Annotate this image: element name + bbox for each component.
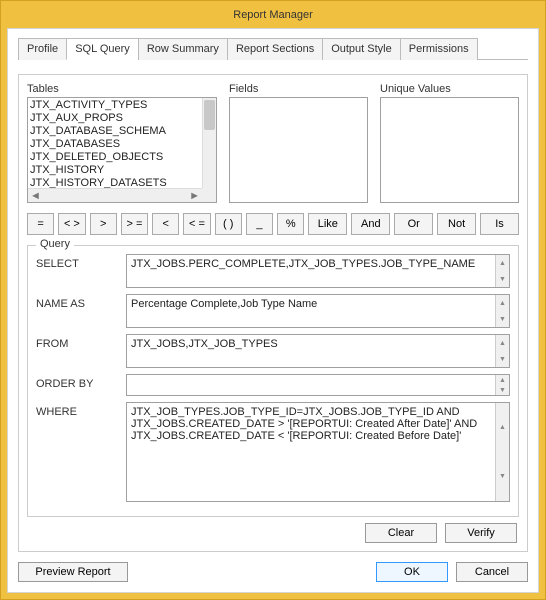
list-item[interactable]: JTX_DELETED_OBJECTS [30,151,214,164]
unique-values-label: Unique Values [380,83,519,95]
list-item[interactable]: JTX_AUX_PROPS [30,112,214,125]
tab-report-sections[interactable]: Report Sections [227,38,323,60]
clear-button[interactable]: Clear [365,523,437,543]
select-value: JTX_JOBS.PERC_COMPLETE,JTX_JOB_TYPES.JOB… [131,258,475,270]
name-as-value: Percentage Complete,Job Type Name [131,298,317,310]
op-like[interactable]: Like [308,213,347,235]
report-manager-window: Report Manager Profile SQL Query Row Sum… [0,0,546,600]
select-field[interactable]: JTX_JOBS.PERC_COMPLETE,JTX_JOB_TYPES.JOB… [126,254,510,288]
from-value: JTX_JOBS,JTX_JOB_TYPES [131,338,278,350]
op-lt[interactable]: < [152,213,179,235]
op-gte[interactable]: > = [121,213,148,235]
where-label: WHERE [36,402,126,418]
unique-values-listbox[interactable] [380,97,519,203]
op-gt[interactable]: > [90,213,117,235]
top-lists-row: Tables JTX_ACTIVITY_TYPES JTX_AUX_PROPS … [27,83,519,203]
tab-permissions[interactable]: Permissions [400,38,478,60]
spinner[interactable]: ▲▼ [495,255,509,287]
scrollbar-vertical[interactable] [202,98,216,188]
name-as-field[interactable]: Percentage Complete,Job Type Name ▲▼ [126,294,510,328]
dialog-footer: Preview Report OK Cancel [18,562,528,582]
list-item[interactable]: JTX_ACTIVITY_TYPES [30,99,214,112]
op-is[interactable]: Is [480,213,519,235]
list-item[interactable]: JTX_DATABASES [30,138,214,151]
verify-button[interactable]: Verify [445,523,517,543]
spinner[interactable]: ▲▼ [495,403,509,501]
titlebar: Report Manager [1,1,545,28]
op-underscore[interactable]: _ [246,213,273,235]
tab-output-style[interactable]: Output Style [322,38,401,60]
sql-query-panel: Tables JTX_ACTIVITY_TYPES JTX_AUX_PROPS … [18,74,528,552]
from-field[interactable]: JTX_JOBS,JTX_JOB_TYPES ▲▼ [126,334,510,368]
window-title: Report Manager [233,9,313,21]
spinner[interactable]: ▲▼ [495,335,509,367]
preview-report-button[interactable]: Preview Report [18,562,128,582]
tables-listbox[interactable]: JTX_ACTIVITY_TYPES JTX_AUX_PROPS JTX_DAT… [27,97,217,203]
op-not[interactable]: Not [437,213,476,235]
tab-profile[interactable]: Profile [18,38,67,60]
fields-listbox[interactable] [229,97,368,203]
where-value: JTX_JOB_TYPES.JOB_TYPE_ID=JTX_JOBS.JOB_T… [131,406,477,442]
order-by-label: ORDER BY [36,374,126,390]
query-group: Query SELECT JTX_JOBS.PERC_COMPLETE,JTX_… [27,245,519,517]
cancel-button[interactable]: Cancel [456,562,528,582]
tables-label: Tables [27,83,217,95]
query-legend: Query [36,238,74,250]
select-label: SELECT [36,254,126,270]
op-or[interactable]: Or [394,213,433,235]
list-item[interactable]: JTX_DATABASE_SCHEMA [30,125,214,138]
op-and[interactable]: And [351,213,390,235]
scrollbar-horizontal[interactable]: ◄► [28,188,202,202]
panel-buttons: Clear Verify [27,523,519,543]
from-label: FROM [36,334,126,350]
fields-label: Fields [229,83,368,95]
op-eq[interactable]: = [27,213,54,235]
op-neq[interactable]: < > [58,213,85,235]
client-area: Profile SQL Query Row Summary Report Sec… [7,28,539,593]
where-field[interactable]: JTX_JOB_TYPES.JOB_TYPE_ID=JTX_JOBS.JOB_T… [126,402,510,502]
tab-sql-query[interactable]: SQL Query [66,38,139,60]
tab-row-summary[interactable]: Row Summary [138,38,228,60]
spinner[interactable]: ▲▼ [495,295,509,327]
name-as-label: NAME AS [36,294,126,310]
op-lte[interactable]: < = [183,213,210,235]
op-pct[interactable]: % [277,213,304,235]
order-by-field[interactable]: ▲▼ [126,374,510,396]
operator-row: = < > > > = < < = ( ) _ % Like And Or No… [27,213,519,235]
op-paren[interactable]: ( ) [215,213,242,235]
list-item[interactable]: JTX_HISTORY [30,164,214,177]
spinner[interactable]: ▲▼ [495,375,509,395]
ok-button[interactable]: OK [376,562,448,582]
tab-strip: Profile SQL Query Row Summary Report Sec… [18,37,528,60]
